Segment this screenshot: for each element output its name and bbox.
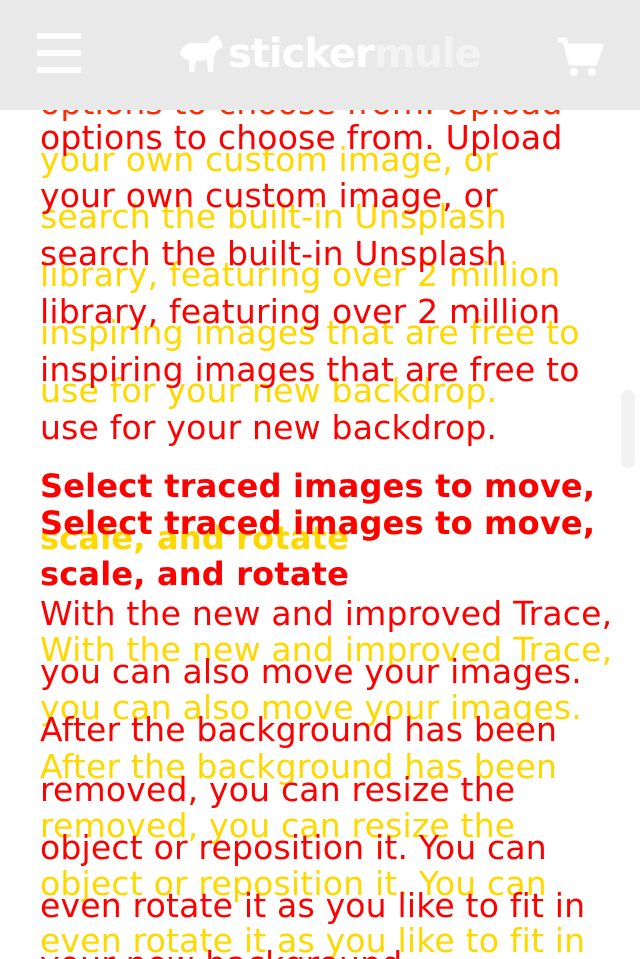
top-navbar: sticker mule: [0, 0, 640, 110]
logo-wordmark-primary: sticker: [228, 31, 375, 77]
paragraph-line: use for your new backdrop.: [40, 408, 498, 447]
shopping-cart-icon[interactable]: [556, 36, 604, 78]
stickermule-logo[interactable]: sticker mule: [178, 30, 482, 78]
paragraph-line: removed, you can resize the: [40, 770, 516, 809]
paragraph-line: you can also move your images.: [40, 652, 582, 691]
paragraph-line: options to choose from. Upload: [40, 118, 563, 157]
paragraph-line: your new background.: [40, 944, 413, 959]
scrollbar-thumb[interactable]: [621, 390, 635, 468]
section-heading: Select traced images to move,: [40, 467, 596, 505]
page: options to choose from. Upload your own …: [0, 0, 640, 959]
hamburger-menu-icon[interactable]: [37, 33, 81, 73]
paragraph-line: search the built-in Unsplash: [40, 234, 507, 273]
logo-wordmark-secondary: mule: [373, 31, 482, 77]
paragraph-line: even rotate it as you like to fit in: [40, 886, 586, 925]
paragraph-line: With the new and improved Trace,: [40, 594, 613, 633]
section-heading: Select traced images to move,: [40, 504, 596, 542]
mule-logo-icon: [180, 35, 223, 72]
paragraph-line: your own custom image, or: [40, 176, 498, 215]
section-heading: scale, and rotate: [40, 555, 350, 593]
paragraph-line: inspiring images that are free to: [40, 350, 580, 389]
paragraph-line: After the background has been: [40, 710, 558, 749]
paragraph-line: object or reposition it. You can: [40, 828, 547, 867]
paragraph-line: library, featuring over 2 million: [40, 292, 561, 331]
